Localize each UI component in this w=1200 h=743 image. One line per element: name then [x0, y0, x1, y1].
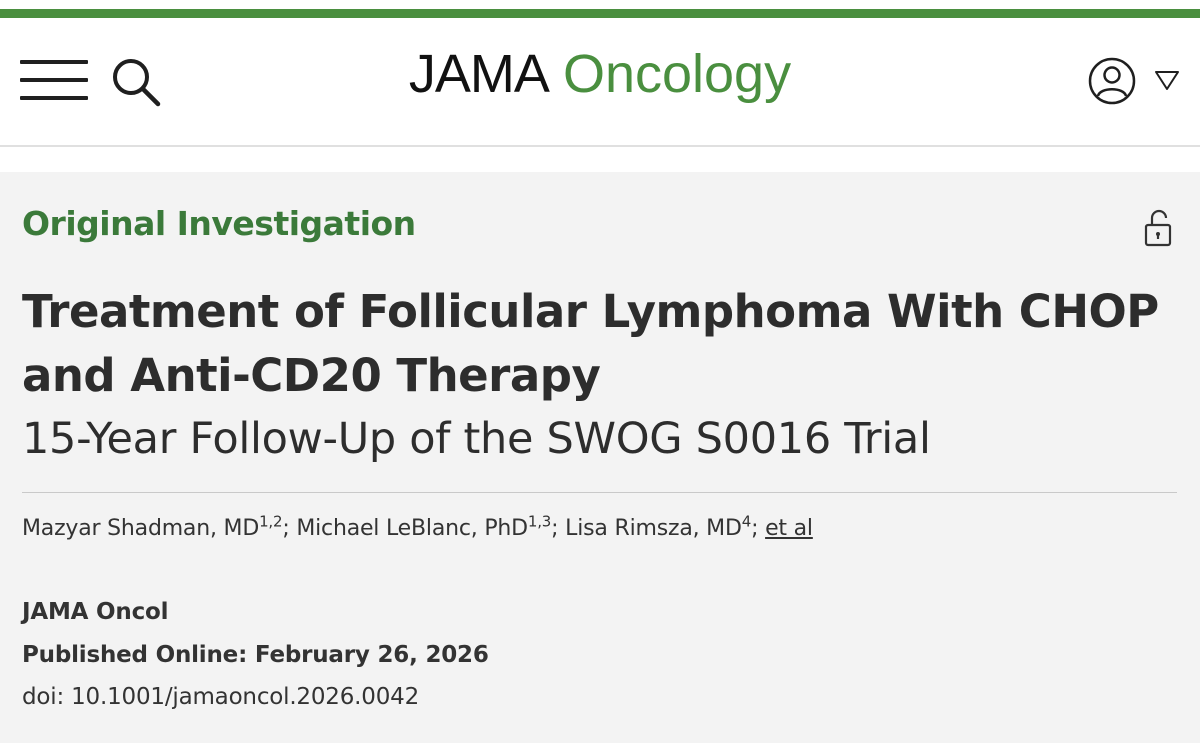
et-al-link[interactable]: et al [765, 516, 813, 541]
header-divider [0, 145, 1200, 147]
author-affiliation: 1,2 [259, 512, 283, 531]
doi[interactable]: doi: 10.1001/jamaoncol.2026.0042 [22, 682, 419, 712]
author-list: Mazyar Shadman, MD1,2; Michael LeBlanc, … [22, 512, 813, 546]
triangle-down-icon[interactable] [1153, 68, 1181, 92]
author-name[interactable]: Michael LeBlanc, PhD [296, 516, 528, 541]
author-affiliation: 4 [741, 512, 752, 531]
logo-oncology: Oncology [562, 44, 792, 104]
article-subtitle: 15-Year Follow-Up of the SWOG S0016 Tria… [22, 414, 931, 464]
author-separator: ; [282, 516, 290, 541]
unlock-icon[interactable] [1143, 208, 1173, 248]
author-affiliation: 1,3 [527, 512, 552, 531]
article-title-line-1: Treatment of Follicular Lymphoma With CH… [22, 285, 1159, 338]
author-separator: ; [751, 516, 759, 541]
logo-jama: JAMA [408, 44, 550, 104]
journal-abbrev: JAMA Oncol [22, 599, 169, 625]
article-header: Original Investigation Treatment of Foll… [0, 172, 1200, 743]
brand-color-bar [0, 9, 1200, 18]
article-title: Treatment of Follicular Lymphoma With CH… [22, 280, 1182, 408]
article-type-label: Original Investigation [22, 204, 416, 243]
site-header: JAMA Oncology [0, 18, 1200, 145]
author-separator: ; [551, 516, 559, 541]
author-name[interactable]: Mazyar Shadman, MD [22, 516, 259, 541]
published-date: Published Online: February 26, 2026 [22, 642, 489, 668]
title-divider [22, 492, 1177, 493]
user-account-icon[interactable] [1087, 56, 1137, 106]
journal-logo[interactable]: JAMA Oncology [0, 44, 1200, 104]
author-name[interactable]: Lisa Rimsza, MD [565, 516, 742, 541]
article-title-line-2: and Anti-CD20 Therapy [22, 349, 601, 402]
